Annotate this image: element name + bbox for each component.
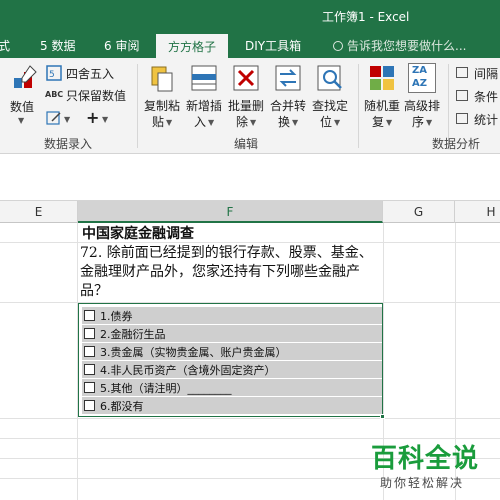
column-header-h[interactable]: H	[455, 201, 500, 223]
find-icon[interactable]	[316, 64, 344, 92]
copy-paste-label-2[interactable]: 贴	[152, 114, 164, 130]
grid-line	[0, 242, 500, 243]
delete-label-2[interactable]: 除	[236, 114, 248, 130]
group-separator	[137, 64, 138, 148]
ribbon-tabs: 式 5 数据 6 审阅 方方格子 DIY工具箱 告诉我您想要做什么...	[0, 32, 500, 58]
column-headers: E F G H	[0, 201, 500, 223]
merge-label-2[interactable]: 换	[278, 114, 290, 130]
option-item[interactable]: 5.其他（请注明）________	[82, 379, 382, 396]
condition-icon	[456, 90, 468, 101]
tab-review[interactable]: 6 审阅	[104, 37, 139, 54]
round-label[interactable]: 四舍五入	[66, 65, 114, 82]
ribbon-panel: 数值 ▼ 5 四舍五入 ABC 只保留数值 ▼ + ▼ 数据录入 复制粘 贴 ▼…	[0, 58, 500, 154]
watermark-logo: 百科全说	[371, 444, 480, 474]
chevron-down-icon[interactable]: ▼	[166, 118, 172, 127]
keep-value-label[interactable]: 只保留数值	[66, 87, 126, 104]
statistics-icon	[456, 113, 468, 124]
column-header-f[interactable]: F	[78, 201, 383, 223]
option-label: 4.非人民币资产（含境外固定资产）	[100, 364, 276, 377]
delete-icon[interactable]	[232, 64, 260, 92]
plus-icon[interactable]: +	[86, 108, 99, 127]
group-label-data-entry: 数据录入	[44, 137, 93, 151]
statistics-label[interactable]: 统计	[474, 111, 498, 128]
option-item[interactable]: 2.金融衍生品	[82, 325, 382, 342]
tab-data[interactable]: 5 数据	[40, 37, 75, 54]
edit-icon[interactable]	[46, 110, 62, 126]
options-cell[interactable]: 1.债券 2.金融衍生品 3.贵金属（实物贵金属、账户贵金属） 4.非人民币资产…	[78, 303, 383, 417]
number-icon[interactable]	[12, 64, 40, 92]
checkbox[interactable]	[84, 400, 95, 411]
survey-title: 中国家庭金融调查	[82, 226, 194, 242]
chevron-down-icon[interactable]: ▼	[208, 118, 214, 127]
interval-label[interactable]: 间隔	[474, 65, 498, 82]
option-item[interactable]: 6.都没有	[82, 397, 382, 414]
abc-icon: ABC	[45, 90, 64, 99]
fill-handle[interactable]	[380, 414, 385, 419]
tab-diy-toolbox[interactable]: DIY工具箱	[245, 37, 301, 54]
option-label: 2.金融衍生品	[100, 328, 166, 341]
chevron-down-icon[interactable]: ▼	[386, 118, 392, 127]
option-label: 6.都没有	[100, 400, 144, 413]
chevron-down-icon[interactable]: ▼	[102, 115, 108, 124]
merge-label-1[interactable]: 合并转	[270, 98, 306, 114]
checkbox[interactable]	[84, 346, 95, 357]
chevron-down-icon[interactable]: ▼	[426, 118, 432, 127]
sort-label-1[interactable]: 高级排	[404, 98, 440, 114]
option-label: 1.债券	[100, 310, 133, 323]
tab-formulas[interactable]: 式	[0, 37, 10, 54]
insert-label-1[interactable]: 新增插	[186, 98, 222, 114]
sort-icon-top: ZA	[412, 65, 427, 76]
sort-icon-bottom: AZ	[412, 78, 427, 89]
round-icon: 5	[46, 65, 62, 81]
checkbox[interactable]	[84, 328, 95, 339]
option-item[interactable]: 3.贵金属（实物贵金属、账户贵金属）	[82, 343, 382, 360]
option-item[interactable]: 4.非人民币资产（含境外固定资产）	[82, 361, 382, 378]
chevron-down-icon[interactable]: ▼	[64, 115, 70, 124]
formula-bar-area	[0, 155, 500, 201]
random-repeat-icon[interactable]	[368, 64, 396, 92]
chevron-down-icon[interactable]: ▼	[334, 118, 340, 127]
window-title: 工作簿1 - Excel	[322, 10, 410, 24]
condition-label[interactable]: 条件	[474, 88, 498, 105]
sort-label-2[interactable]: 序	[412, 114, 424, 130]
group-label-edit: 编辑	[234, 137, 259, 151]
find-label-2[interactable]: 位	[320, 114, 332, 130]
checkbox[interactable]	[84, 382, 95, 393]
column-header-e[interactable]: E	[0, 201, 78, 223]
checkbox[interactable]	[84, 364, 95, 375]
find-label-1[interactable]: 查找定	[312, 98, 348, 114]
insert-label-2[interactable]: 入	[194, 114, 206, 130]
option-item[interactable]: 1.债券	[82, 307, 382, 324]
column-header-g[interactable]: G	[383, 201, 455, 223]
survey-question: 72. 除前面已经提到的银行存款、股票、基金、金融理财产品外，您家还持有下列哪些…	[80, 245, 373, 299]
title-bar: 工作簿1 - Excel	[0, 0, 500, 32]
merge-convert-icon[interactable]	[274, 64, 302, 92]
watermark-subtitle: 助你轻松解决	[380, 476, 465, 490]
copy-paste-icon[interactable]	[149, 64, 175, 92]
chevron-down-icon[interactable]: ▼	[292, 118, 298, 127]
group-label-analysis: 数据分析	[432, 137, 481, 151]
checkbox[interactable]	[84, 310, 95, 321]
group-separator	[358, 64, 359, 148]
copy-paste-label-1[interactable]: 复制粘	[144, 98, 180, 114]
interval-icon	[456, 67, 468, 78]
random-label-2[interactable]: 复	[372, 114, 384, 130]
tell-me-search[interactable]: 告诉我您想要做什么...	[333, 37, 466, 54]
delete-label-1[interactable]: 批量删	[228, 98, 264, 114]
lightbulb-icon	[333, 41, 343, 51]
svg-text:5: 5	[49, 70, 55, 80]
tab-fangfang[interactable]: 方方格子	[156, 34, 229, 58]
chevron-down-icon[interactable]: ▼	[18, 116, 24, 125]
option-label: 5.其他（请注明）________	[100, 382, 232, 395]
tell-me-text: 告诉我您想要做什么...	[347, 39, 467, 53]
number-button-label[interactable]: 数值	[10, 99, 34, 115]
insert-icon[interactable]	[190, 64, 218, 92]
option-label: 3.贵金属（实物贵金属、账户贵金属）	[100, 346, 287, 359]
sort-icon[interactable]: ZA AZ	[408, 63, 436, 93]
grid-line	[0, 418, 500, 419]
random-label-1[interactable]: 随机重	[364, 98, 400, 114]
chevron-down-icon[interactable]: ▼	[250, 118, 256, 127]
